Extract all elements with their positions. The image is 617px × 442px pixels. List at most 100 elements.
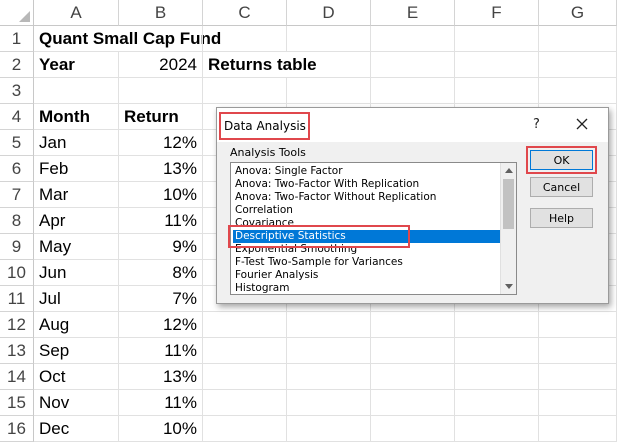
cell-a6[interactable]: Feb	[34, 156, 119, 182]
cell-b11[interactable]: 7%	[119, 286, 203, 312]
cell-a9[interactable]: May	[34, 234, 119, 260]
tool-item[interactable]: Histogram	[233, 282, 501, 294]
help-button[interactable]: Help	[530, 208, 593, 228]
cell-a4[interactable]: Month	[34, 104, 119, 130]
cell-f14[interactable]	[455, 364, 539, 390]
row-header-2[interactable]: 2	[0, 52, 34, 78]
tool-item[interactable]: F-Test Two-Sample for Variances	[233, 256, 501, 269]
cell-g1[interactable]	[539, 26, 617, 52]
cell-b15[interactable]: 11%	[119, 390, 203, 416]
row-header-16[interactable]: 16	[0, 416, 34, 442]
cell-e14[interactable]	[371, 364, 455, 390]
analysis-tools-list[interactable]: Anova: Single Factor Anova: Two-Factor Wi…	[230, 162, 517, 295]
cell-c1[interactable]	[203, 26, 287, 52]
select-all-corner[interactable]	[0, 0, 34, 26]
cell-g12[interactable]	[539, 312, 617, 338]
cell-b6[interactable]: 13%	[119, 156, 203, 182]
row-header-5[interactable]: 5	[0, 130, 34, 156]
tool-item[interactable]: Anova: Two-Factor Without Replication	[233, 191, 501, 204]
cell-a1[interactable]: Quant Small Cap Fund	[34, 26, 221, 52]
column-header-c[interactable]: C	[203, 0, 287, 26]
close-icon[interactable]	[572, 114, 592, 134]
row-header-4[interactable]: 4	[0, 104, 34, 130]
tool-item[interactable]: Anova: Two-Factor With Replication	[233, 178, 501, 191]
cell-b9[interactable]: 9%	[119, 234, 203, 260]
cell-e13[interactable]	[371, 338, 455, 364]
cell-f3[interactable]	[455, 78, 539, 104]
cell-b13[interactable]: 11%	[119, 338, 203, 364]
row-header-14[interactable]: 14	[0, 364, 34, 390]
cell-e12[interactable]	[371, 312, 455, 338]
cell-b10[interactable]: 8%	[119, 260, 203, 286]
tool-item[interactable]: Exponential Smoothing	[233, 243, 501, 256]
cell-b7[interactable]: 10%	[119, 182, 203, 208]
cell-f2[interactable]	[455, 52, 539, 78]
cell-g3[interactable]	[539, 78, 617, 104]
scroll-thumb[interactable]	[503, 179, 514, 229]
tool-item[interactable]: Covariance	[233, 217, 501, 230]
row-header-11[interactable]: 11	[0, 286, 34, 312]
tool-item[interactable]: Descriptive Statistics	[233, 230, 501, 243]
cell-e15[interactable]	[371, 390, 455, 416]
tool-item[interactable]: Anova: Single Factor	[233, 165, 501, 178]
cell-e3[interactable]	[371, 78, 455, 104]
cell-f15[interactable]	[455, 390, 539, 416]
cell-c13[interactable]	[203, 338, 287, 364]
cell-c3[interactable]	[203, 78, 287, 104]
row-header-6[interactable]: 6	[0, 156, 34, 182]
row-header-1[interactable]: 1	[0, 26, 34, 52]
cell-f13[interactable]	[455, 338, 539, 364]
column-header-f[interactable]: F	[455, 0, 539, 26]
scroll-up-icon[interactable]	[505, 168, 513, 173]
cell-f16[interactable]	[455, 416, 539, 442]
column-header-a[interactable]: A	[34, 0, 119, 26]
cell-b16[interactable]: 10%	[119, 416, 203, 442]
cell-a12[interactable]: Aug	[34, 312, 119, 338]
cell-f1[interactable]	[455, 26, 539, 52]
cell-a3[interactable]	[34, 78, 119, 104]
cell-a11[interactable]: Jul	[34, 286, 119, 312]
column-header-d[interactable]: D	[287, 0, 371, 26]
cell-e16[interactable]	[371, 416, 455, 442]
cell-d15[interactable]	[287, 390, 371, 416]
tool-item[interactable]: Fourier Analysis	[233, 269, 501, 282]
scroll-down-icon[interactable]	[505, 284, 513, 289]
cell-d12[interactable]	[287, 312, 371, 338]
help-question-icon[interactable]: ?	[533, 117, 540, 132]
column-header-g[interactable]: G	[539, 0, 617, 26]
cell-c15[interactable]	[203, 390, 287, 416]
cell-g15[interactable]	[539, 390, 617, 416]
cell-d3[interactable]	[287, 78, 371, 104]
row-header-10[interactable]: 10	[0, 260, 34, 286]
column-header-e[interactable]: E	[371, 0, 455, 26]
cell-d14[interactable]	[287, 364, 371, 390]
cell-c16[interactable]	[203, 416, 287, 442]
cell-d1[interactable]	[287, 26, 371, 52]
cell-a8[interactable]: Apr	[34, 208, 119, 234]
cell-a5[interactable]: Jan	[34, 130, 119, 156]
cell-d16[interactable]	[287, 416, 371, 442]
cell-a16[interactable]: Dec	[34, 416, 119, 442]
cell-a15[interactable]: Nov	[34, 390, 119, 416]
cell-f12[interactable]	[455, 312, 539, 338]
cell-c14[interactable]	[203, 364, 287, 390]
cell-b4[interactable]: Return	[119, 104, 203, 130]
row-header-8[interactable]: 8	[0, 208, 34, 234]
ok-button[interactable]: OK	[530, 150, 593, 170]
cell-a7[interactable]: Mar	[34, 182, 119, 208]
row-header-12[interactable]: 12	[0, 312, 34, 338]
cell-b8[interactable]: 11%	[119, 208, 203, 234]
cell-a13[interactable]: Sep	[34, 338, 119, 364]
cell-b3[interactable]	[119, 78, 203, 104]
cell-g13[interactable]	[539, 338, 617, 364]
cell-e1[interactable]	[371, 26, 455, 52]
cell-c2[interactable]: Returns table	[203, 52, 317, 78]
cell-a2[interactable]: Year	[34, 52, 119, 78]
cell-a14[interactable]: Oct	[34, 364, 119, 390]
cancel-button[interactable]: Cancel	[530, 177, 593, 197]
row-header-15[interactable]: 15	[0, 390, 34, 416]
list-scrollbar[interactable]	[500, 163, 516, 294]
cell-b2[interactable]: 2024	[119, 52, 203, 78]
cell-b12[interactable]: 12%	[119, 312, 203, 338]
cell-e2[interactable]	[371, 52, 455, 78]
